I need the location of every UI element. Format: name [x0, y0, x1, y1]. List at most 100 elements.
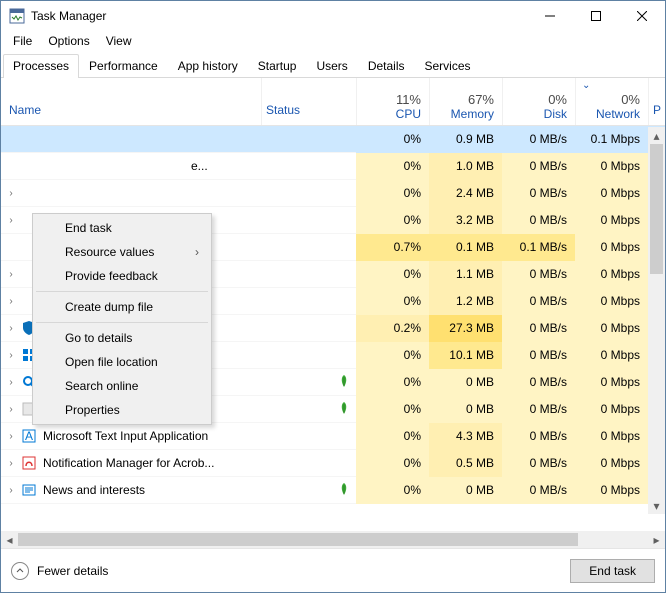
svg-text:A: A	[25, 429, 33, 443]
disk-cell: 0 MB/s	[502, 207, 575, 234]
window-title: Task Manager	[31, 9, 106, 23]
minimize-button[interactable]	[527, 1, 573, 31]
expand-toggle-icon[interactable]: ›	[1, 323, 21, 334]
ctx-resource-values[interactable]: Resource values	[35, 240, 209, 264]
disk-cell: 0 MB/s	[502, 369, 575, 396]
scroll-thumb[interactable]	[650, 144, 663, 274]
menu-file[interactable]: File	[5, 32, 40, 50]
process-name-label: e...	[191, 159, 208, 173]
tab-app-history[interactable]: App history	[168, 54, 248, 77]
vertical-scrollbar[interactable]: ▴ ▾	[648, 127, 665, 514]
chevron-up-icon	[11, 562, 29, 580]
net-cell: 0 Mbps	[575, 180, 648, 207]
process-row[interactable]: e...0%1.0 MB0 MB/s0 Mbps	[1, 153, 665, 180]
tab-startup[interactable]: Startup	[248, 54, 307, 77]
scroll-left-button[interactable]: ◂	[1, 531, 18, 548]
tab-processes[interactable]: Processes	[3, 54, 79, 77]
cpu-usage-pct: 11%	[396, 92, 421, 107]
process-row[interactable]: ›AMicrosoft Text Input Application0%4.3 …	[1, 423, 665, 450]
horizontal-scrollbar[interactable]: ◂ ▸	[1, 531, 665, 548]
scroll-up-button[interactable]: ▴	[648, 127, 665, 144]
ctx-end-task[interactable]: End task	[35, 216, 209, 240]
ctx-create-dump[interactable]: Create dump file	[35, 295, 209, 319]
expand-toggle-icon[interactable]: ›	[1, 188, 21, 199]
process-name-cell: e...	[21, 159, 255, 173]
net-cell: 0 Mbps	[575, 423, 648, 450]
cpu-cell: 0%	[356, 477, 429, 504]
process-name-cell: A Microsoft Text Input Application	[21, 428, 255, 444]
header-status[interactable]: Status	[261, 78, 356, 125]
expand-toggle-icon[interactable]: ›	[1, 404, 21, 415]
disk-cell: 0 MB/s	[502, 342, 575, 369]
acrobat-icon	[21, 455, 37, 471]
ctx-provide-feedback[interactable]: Provide feedback	[35, 264, 209, 288]
disk-cell: 0 MB/s	[502, 153, 575, 180]
header-disk[interactable]: 0% Disk	[502, 78, 575, 125]
tab-performance[interactable]: Performance	[79, 54, 168, 77]
cpu-cell: 0%	[356, 180, 429, 207]
process-name-cell	[21, 131, 255, 147]
scroll-right-button[interactable]: ▸	[648, 531, 665, 548]
maximize-button[interactable]	[573, 1, 619, 31]
menu-options[interactable]: Options	[40, 32, 97, 50]
disk-cell: 0 MB/s	[502, 126, 575, 153]
process-name-cell	[21, 185, 255, 201]
disk-label: Disk	[544, 107, 567, 121]
cpu-cell: 0%	[356, 288, 429, 315]
memory-label: Memory	[451, 107, 494, 121]
mem-cell: 0.9 MB	[429, 126, 502, 153]
cpu-cell: 0%	[356, 126, 429, 153]
tab-services[interactable]: Services	[415, 54, 481, 77]
process-row[interactable]: 0%0.9 MB0 MB/s0.1 Mbps	[1, 126, 665, 153]
none-icon	[21, 185, 37, 201]
scroll-down-button[interactable]: ▾	[648, 497, 665, 514]
cpu-cell: 0%	[356, 396, 429, 423]
mem-cell: 1.0 MB	[429, 153, 502, 180]
header-memory[interactable]: 67% Memory	[429, 78, 502, 125]
cpu-cell: 0%	[356, 369, 429, 396]
process-name-label: Microsoft Text Input Application	[43, 429, 208, 443]
tab-details[interactable]: Details	[358, 54, 415, 77]
expand-toggle-icon[interactable]: ›	[1, 431, 21, 442]
status-cell	[255, 482, 356, 499]
disk-usage-pct: 0%	[548, 92, 567, 107]
mem-cell: 1.2 MB	[429, 288, 502, 315]
expand-toggle-icon[interactable]: ›	[1, 377, 21, 388]
mem-cell: 3.2 MB	[429, 207, 502, 234]
ctx-open-location[interactable]: Open file location	[35, 350, 209, 374]
menu-view[interactable]: View	[98, 32, 140, 50]
footer-bar: Fewer details End task	[1, 548, 665, 592]
expand-toggle-icon[interactable]: ›	[1, 350, 21, 361]
expand-toggle-icon[interactable]: ›	[1, 296, 21, 307]
process-row[interactable]: ›News and interests0%0 MB0 MB/s0 Mbps	[1, 477, 665, 504]
net-cell: 0 Mbps	[575, 153, 648, 180]
sort-indicator-icon: ⌄	[582, 80, 590, 91]
ctx-search-online[interactable]: Search online	[35, 374, 209, 398]
process-name-label: News and interests	[43, 483, 145, 497]
ctx-go-to-details[interactable]: Go to details	[35, 326, 209, 350]
hscroll-thumb[interactable]	[18, 533, 578, 546]
expand-toggle-icon[interactable]: ›	[1, 458, 21, 469]
end-task-button[interactable]: End task	[570, 559, 655, 583]
cpu-cell: 0%	[356, 342, 429, 369]
ctx-properties[interactable]: Properties	[35, 398, 209, 422]
process-row[interactable]: ›Notification Manager for Acrob...0%0.5 …	[1, 450, 665, 477]
header-p[interactable]: P	[648, 78, 660, 125]
close-button[interactable]	[619, 1, 665, 31]
cpu-cell: 0%	[356, 261, 429, 288]
cpu-cell: 0.2%	[356, 315, 429, 342]
tab-users[interactable]: Users	[306, 54, 357, 77]
fewer-details-label: Fewer details	[37, 564, 108, 578]
expand-toggle-icon[interactable]: ›	[1, 215, 21, 226]
net-cell: 0.1 Mbps	[575, 126, 648, 153]
fewer-details-toggle[interactable]: Fewer details	[11, 562, 108, 580]
expand-toggle-icon[interactable]: ›	[1, 485, 21, 496]
header-network[interactable]: ⌄ 0% Network	[575, 78, 648, 125]
header-cpu[interactable]: 11% CPU	[356, 78, 429, 125]
process-row[interactable]: ›0%2.4 MB0 MB/s0 Mbps	[1, 180, 665, 207]
expand-toggle-icon[interactable]: ›	[1, 269, 21, 280]
net-cell: 0 Mbps	[575, 288, 648, 315]
net-cell: 0 Mbps	[575, 450, 648, 477]
titlebar[interactable]: Task Manager	[1, 1, 665, 31]
header-name[interactable]: Name	[1, 78, 261, 125]
